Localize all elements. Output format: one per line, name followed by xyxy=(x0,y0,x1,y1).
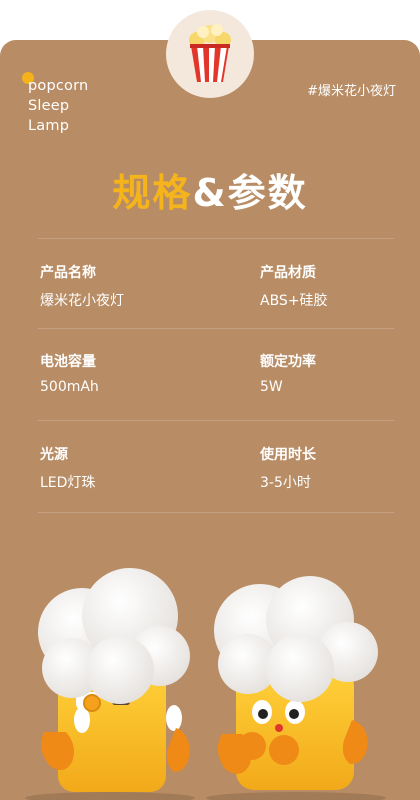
spec-label: 产品名称 xyxy=(40,265,96,281)
divider xyxy=(38,512,394,513)
spec-value: LED灯珠 xyxy=(40,475,96,491)
brand-line-1: popcorn xyxy=(28,78,89,94)
lamp-front-view xyxy=(206,576,386,800)
popcorn-box-icon xyxy=(189,24,231,82)
lamp-back-view xyxy=(25,568,195,800)
spec-item: 产品材质 ABS+硅胶 xyxy=(260,262,328,310)
brand-logo: popcorn Sleep Lamp xyxy=(28,76,88,136)
product-photo xyxy=(25,568,386,800)
spec-label: 使用时长 xyxy=(260,447,316,463)
divider xyxy=(38,420,394,421)
spec-item: 电池容量 500mAh xyxy=(40,351,99,395)
spec-label: 光源 xyxy=(40,447,68,463)
page-title: 规格&参数 xyxy=(0,162,420,217)
spec-label: 额定功率 xyxy=(260,354,316,370)
spec-item: 产品名称 爆米花小夜灯 xyxy=(40,262,124,310)
divider xyxy=(38,328,394,329)
spec-value: 爆米花小夜灯 xyxy=(40,293,124,309)
title-part-1: 规格 xyxy=(112,171,193,215)
spec-item: 额定功率 5W xyxy=(260,351,316,395)
title-part-2: &参数 xyxy=(192,171,308,215)
divider xyxy=(38,238,394,239)
spec-label: 产品材质 xyxy=(260,265,316,281)
product-hashtag: #爆米花小夜灯 xyxy=(307,84,396,99)
spec-item: 光源 LED灯珠 xyxy=(40,444,95,492)
spec-value: 5W xyxy=(260,379,283,395)
spec-value: 3-5小时 xyxy=(260,475,311,491)
spec-value: 500mAh xyxy=(40,379,99,395)
spec-label: 电池容量 xyxy=(40,354,96,370)
brand-line-2: Sleep xyxy=(28,98,70,114)
spec-item: 使用时长 3-5小时 xyxy=(260,444,316,492)
spec-value: ABS+硅胶 xyxy=(260,293,328,309)
popcorn-badge xyxy=(166,10,254,98)
brand-line-3: Lamp xyxy=(28,118,70,134)
